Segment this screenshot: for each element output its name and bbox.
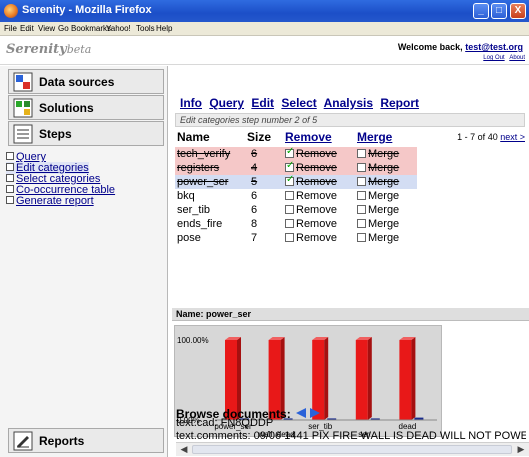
bar-side — [411, 337, 416, 420]
prev-doc-icon[interactable] — [296, 408, 307, 418]
header-name: Name — [177, 130, 210, 144]
logout-link[interactable]: Log Out — [483, 55, 504, 61]
puzzle-icon — [13, 98, 33, 118]
tab-query[interactable]: Query — [209, 96, 244, 110]
header-size: Size — [247, 130, 272, 144]
scroll-thumb[interactable] — [192, 445, 512, 454]
merge-checkbox[interactable]: Merge — [357, 204, 399, 216]
next-doc-icon[interactable] — [310, 408, 321, 418]
about-link[interactable]: About — [509, 55, 525, 61]
welcome-message: Welcome back, test@test.org — [397, 42, 523, 52]
row-name: registers — [177, 162, 220, 174]
doc-comments-line1: text.comments: 09/06 1441 PIX FIRE WALL … — [176, 430, 526, 442]
horizontal-scrollbar[interactable]: ◀ ▶ — [176, 442, 529, 456]
row-name: pose — [177, 232, 201, 244]
row-name: ends_fire — [177, 218, 223, 230]
table-row: bkq 6 Remove Merge — [175, 189, 417, 203]
menu-view[interactable]: View — [38, 24, 55, 33]
menu-help[interactable]: Help — [156, 24, 172, 33]
row-name: power_ser — [177, 176, 229, 188]
tab-analysis[interactable]: Analysis — [324, 96, 373, 110]
header-remove[interactable]: Remove — [285, 130, 332, 144]
tab-info[interactable]: Info — [180, 96, 202, 110]
row-size: 6 — [251, 148, 258, 160]
report-icon — [13, 431, 33, 451]
menu-bookmarks[interactable]: Bookmarks — [71, 24, 111, 33]
header-links: Log Out About — [480, 55, 525, 61]
data-sources-button[interactable]: Data sources — [8, 69, 164, 94]
row-size: 8 — [251, 218, 258, 230]
menu-tools[interactable]: Tools — [136, 24, 155, 33]
menu-bar: File Edit View Go Bookmarks Yahoo! Tools… — [0, 22, 529, 36]
menu-go[interactable]: Go — [58, 24, 69, 33]
row-name: ser_tib — [177, 204, 211, 216]
reports-button[interactable]: Reports — [8, 428, 164, 453]
close-button[interactable]: X — [510, 3, 526, 19]
table-row: registers 4 Remove Merge — [175, 160, 417, 175]
minimize-button[interactable]: _ — [473, 3, 489, 19]
remove-checkbox[interactable]: Remove — [285, 232, 337, 244]
app-header: Serenitybeta Welcome back, test@test.org… — [0, 37, 529, 65]
maximize-button[interactable]: □ — [491, 3, 507, 19]
tab-report[interactable]: Report — [380, 96, 419, 110]
firefox-icon — [4, 4, 18, 18]
bar — [399, 340, 412, 420]
row-size: 5 — [251, 176, 258, 188]
row-size: 6 — [251, 204, 258, 216]
scroll-right-icon[interactable]: ▶ — [515, 444, 527, 455]
browse-arrows — [296, 408, 321, 418]
table-row: ends_fire 8 Remove Merge — [175, 217, 417, 231]
remove-checkbox[interactable]: Remove — [285, 218, 337, 230]
row-size: 6 — [251, 190, 258, 202]
row-name: bkq — [177, 190, 195, 202]
step-indicator: Edit categories step number 2 of 5 — [175, 113, 525, 127]
merge-checkbox[interactable]: Merge — [357, 190, 399, 202]
merge-checkbox[interactable]: Merge — [357, 218, 399, 230]
user-link[interactable]: test@test.org — [465, 42, 523, 52]
doc-cad: text.cad: FN8QDDP — [176, 417, 274, 429]
sidebar: Data sources Solutions Steps Query Edit … — [0, 66, 168, 457]
menu-edit[interactable]: Edit — [20, 24, 34, 33]
menu-file[interactable]: File — [4, 24, 17, 33]
table-row: tech_verify 6 Remove Merge — [175, 146, 417, 161]
tab-bar: Info Query Edit Select Analysis Report — [180, 96, 423, 110]
bar — [355, 340, 368, 420]
steps-button[interactable]: Steps — [8, 121, 164, 146]
app-logo: Serenitybeta — [6, 42, 92, 57]
scroll-left-icon[interactable]: ◀ — [178, 444, 190, 455]
table-row-selected[interactable]: power_ser 5 Remove Merge — [175, 174, 417, 189]
tab-edit[interactable]: Edit — [251, 96, 274, 110]
remove-checkbox[interactable]: Remove — [285, 174, 337, 188]
merge-checkbox[interactable]: Merge — [357, 162, 399, 174]
window-title: Serenity - Mozilla Firefox — [22, 4, 152, 16]
row-name: tech_verify — [177, 148, 231, 160]
y-tick-label: 100.00% — [177, 336, 209, 345]
table-row: pose 7 Remove Merge — [175, 231, 417, 245]
detail-name-header: Name: power_ser — [172, 308, 529, 321]
remove-checkbox[interactable]: Remove — [285, 146, 337, 160]
table-row: ser_tib 6 Remove Merge — [175, 203, 417, 217]
pager: 1 - 7 of 40 next > — [457, 132, 525, 142]
bar-side — [367, 337, 372, 420]
remove-checkbox[interactable]: Remove — [285, 190, 337, 202]
remove-checkbox[interactable]: Remove — [285, 160, 337, 174]
row-size: 4 — [251, 162, 258, 174]
merge-checkbox[interactable]: Merge — [357, 176, 399, 188]
merge-checkbox[interactable]: Merge — [357, 232, 399, 244]
step-generate-report[interactable]: Generate report — [6, 195, 94, 207]
list-icon — [13, 124, 33, 144]
window-titlebar: Serenity - Mozilla Firefox _ □ X — [0, 0, 529, 22]
bar-side — [324, 337, 329, 420]
remove-checkbox[interactable]: Remove — [285, 204, 337, 216]
header-merge[interactable]: Merge — [357, 130, 392, 144]
next-link[interactable]: next > — [500, 132, 525, 142]
menu-yahoo[interactable]: Yahoo! — [106, 24, 131, 33]
merge-checkbox[interactable]: Merge — [357, 148, 399, 160]
pager-range: 1 - 7 of 40 — [457, 132, 498, 142]
solutions-button[interactable]: Solutions — [8, 95, 164, 120]
tab-select[interactable]: Select — [281, 96, 316, 110]
row-size: 7 — [251, 232, 258, 244]
database-icon — [13, 72, 33, 92]
